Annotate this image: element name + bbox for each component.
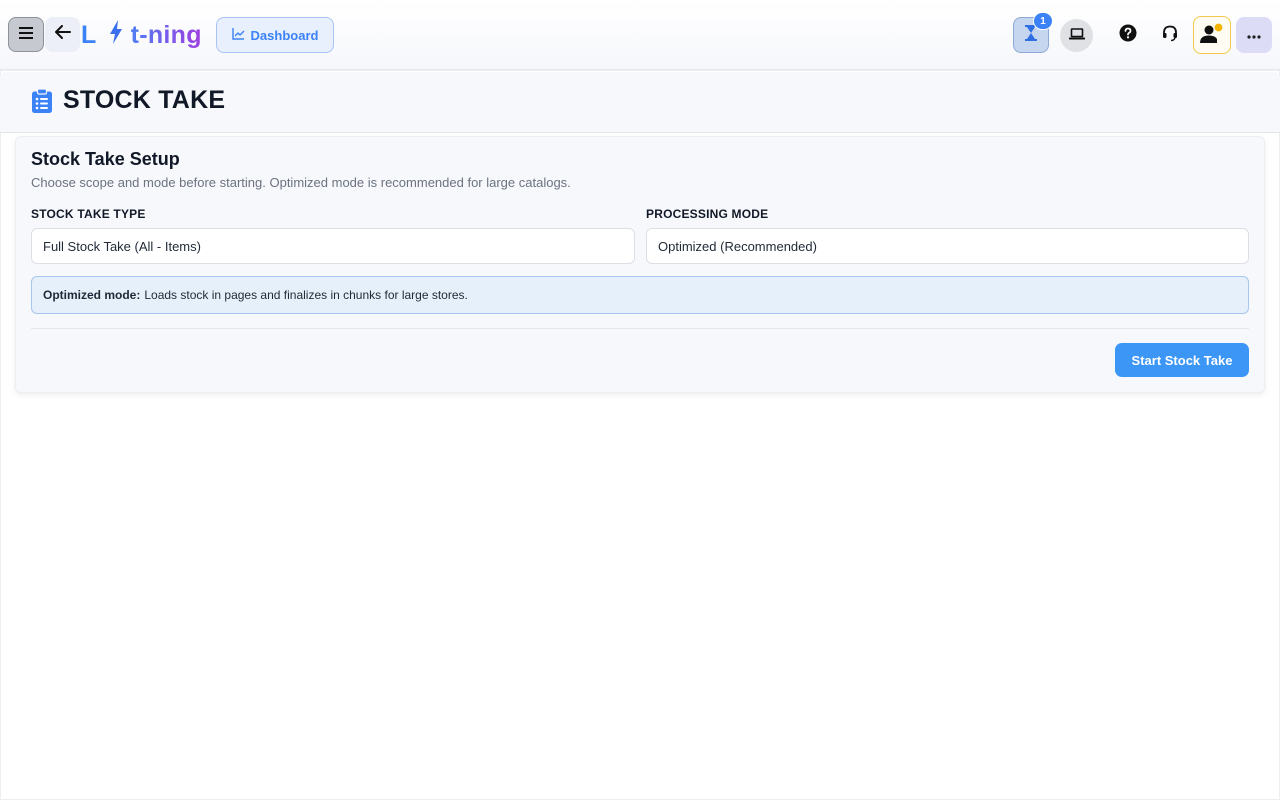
user-menu-button[interactable] [1193,16,1231,54]
card-divider [31,328,1249,329]
menu-button[interactable] [8,17,44,52]
hamburger-icon [19,26,33,44]
clipboard-list-icon [32,88,52,113]
logo-text-right: t-ning [130,20,202,49]
processing-mode-select[interactable]: Optimized (Recommended) [646,228,1249,264]
dashboard-button[interactable]: Dashboard [216,17,334,53]
logo-text-left: L [81,20,97,49]
more-dots-icon [1247,26,1261,44]
info-strong: Optimized mode: [43,288,141,302]
question-circle-icon [1119,24,1137,47]
start-stock-take-label: Start Stock Take [1131,352,1233,368]
help-button[interactable] [1117,24,1139,46]
line-chart-icon [231,27,245,43]
support-button[interactable] [1159,24,1181,46]
stock-take-type-value: Full Stock Take (All - Items) [43,238,201,254]
info-text: Loads stock in pages and finalizes in ch… [144,288,468,302]
headset-icon [1161,24,1179,47]
user-status-icon [1200,21,1224,49]
more-options-button[interactable] [1236,17,1272,53]
setup-subtitle: Choose scope and mode before starting. O… [31,175,571,190]
dashboard-label: Dashboard [250,27,319,43]
stock-take-type-label: STOCK TAKE TYPE [31,207,146,221]
device-button[interactable] [1060,19,1093,52]
page-title: STOCK TAKE [63,86,226,114]
laptop-icon [1068,27,1085,45]
app-logo[interactable]: L t-ning [81,19,202,51]
processing-mode-value: Optimized (Recommended) [658,238,817,254]
back-button[interactable] [45,17,80,52]
setup-title: Stock Take Setup [31,149,180,169]
notification-badge: 1 [1033,12,1053,30]
start-stock-take-button[interactable]: Start Stock Take [1115,343,1249,377]
arrow-left-icon [54,25,71,44]
lightning-bolt-icon [109,19,123,51]
stock-take-type-select[interactable]: Full Stock Take (All - Items) [31,228,635,264]
processing-mode-label: PROCESSING MODE [646,207,769,221]
top-bar: L t-ning Dashboard 1 [0,0,1280,70]
optimized-mode-info: Optimized mode: Loads stock in pages and… [31,276,1249,314]
